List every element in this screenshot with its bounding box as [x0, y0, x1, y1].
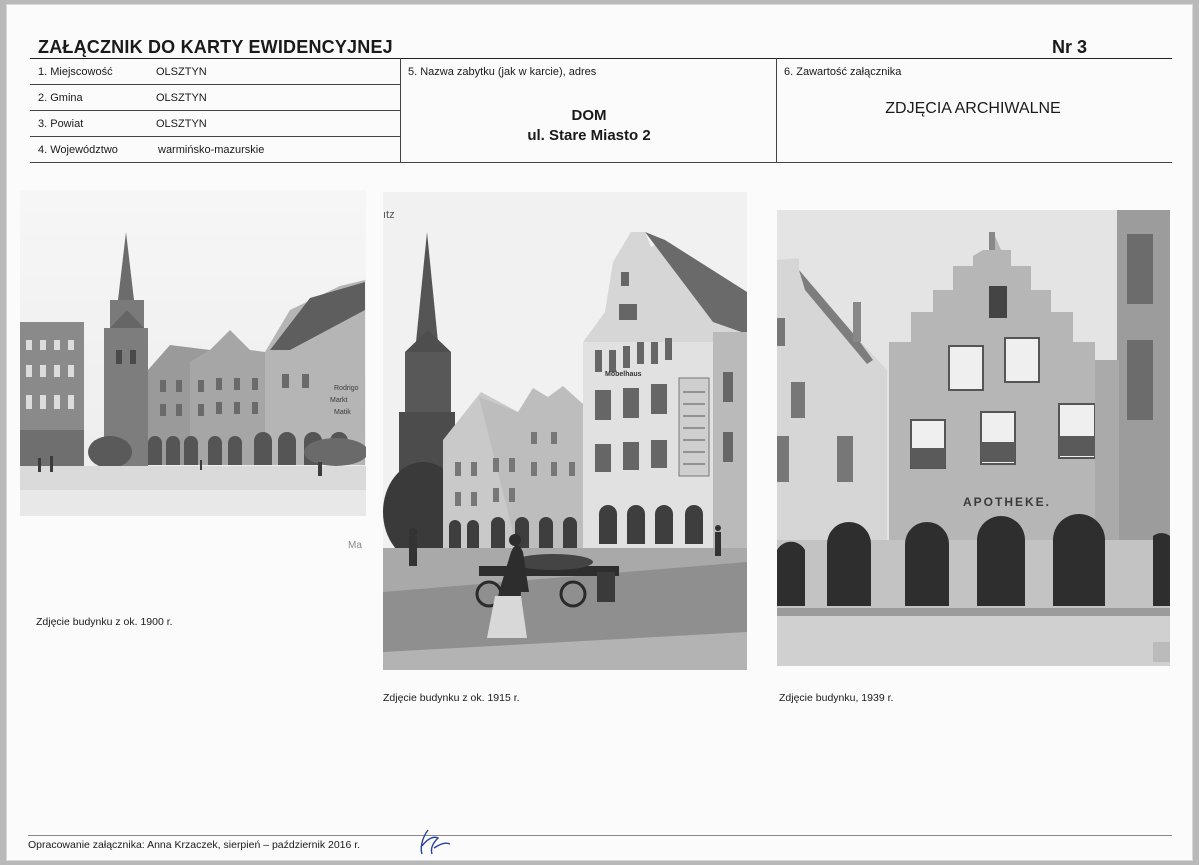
photo-caption-1900: Zdjęcie budynku z ok. 1900 r. — [36, 616, 173, 628]
archival-photo-1900: Rodrigo Markt Matik Ma — [20, 190, 366, 552]
attachment-content-value: ZDJĘCIA ARCHIWALNE — [885, 100, 1061, 117]
footer-credits: Opracowanie załącznika: Anna Krzaczek, s… — [28, 839, 361, 851]
archival-photo-1939: APOTHEKE. — [777, 210, 1170, 666]
table-divider-2 — [776, 58, 777, 162]
table-bottom-border — [30, 162, 1172, 163]
monument-name: DOM — [571, 107, 607, 124]
document-title: ZAŁĄCZNIK DO KARTY EWIDENCYJNEJ — [38, 37, 393, 57]
document-sheet: ZAŁĄCZNIK DO KARTY EWIDENCYJNEJ Nr 3 1. … — [6, 4, 1193, 861]
field-label-wojewodztwo: 4. Województwo — [38, 144, 118, 156]
field-value-gmina: OLSZTYN — [156, 92, 207, 104]
field-value-miejscowosc: OLSZTYN — [156, 66, 207, 78]
field-label-nazwa-zabytku: 5. Nazwa zabytku (jak w karcie), adres — [408, 66, 597, 78]
table-top-border — [30, 58, 1172, 59]
monument-name-block: DOM ul. Stare Miasto 2 — [402, 106, 776, 146]
field-label-miejscowosc: 1. Miejscowość — [38, 66, 113, 78]
field-label-zawartosc: 6. Zawartość załącznika — [784, 66, 902, 78]
building-sign-3: Matik — [334, 409, 351, 416]
photo-2-corner-text: ıtz — [383, 209, 395, 221]
row-divider — [30, 110, 400, 111]
building-sign-apotheke: APOTHEKE. — [963, 495, 1051, 509]
field-label-powiat: 3. Powiat — [38, 118, 84, 130]
row-divider — [30, 84, 400, 85]
photo-caption-1939: Zdjęcie budynku, 1939 r. — [779, 692, 894, 704]
table-divider-1 — [400, 58, 401, 162]
monument-address: ul. Stare Miasto 2 — [527, 127, 651, 144]
attachment-number: Nr 3 — [1052, 37, 1088, 57]
building-sign-moebelhaus: Möbelhaus — [605, 371, 642, 378]
author-signature — [420, 829, 451, 855]
building-sign-1: Rodrigo — [334, 385, 359, 392]
photo-caption-1915: Zdjęcie budynku z ok. 1915 r. — [383, 692, 520, 704]
field-value-wojewodztwo: warmińsko-mazurskie — [158, 144, 265, 156]
photo-1-corner-text: Ma — [348, 540, 362, 551]
archival-photo-1915: ıtz Möbelhaus — [383, 192, 747, 670]
row-divider — [30, 136, 400, 137]
field-label-gmina: 2. Gmina — [38, 92, 83, 104]
footer-rule — [28, 835, 1172, 836]
field-value-powiat: OLSZTYN — [156, 118, 207, 130]
building-sign-2: Markt — [330, 397, 348, 404]
